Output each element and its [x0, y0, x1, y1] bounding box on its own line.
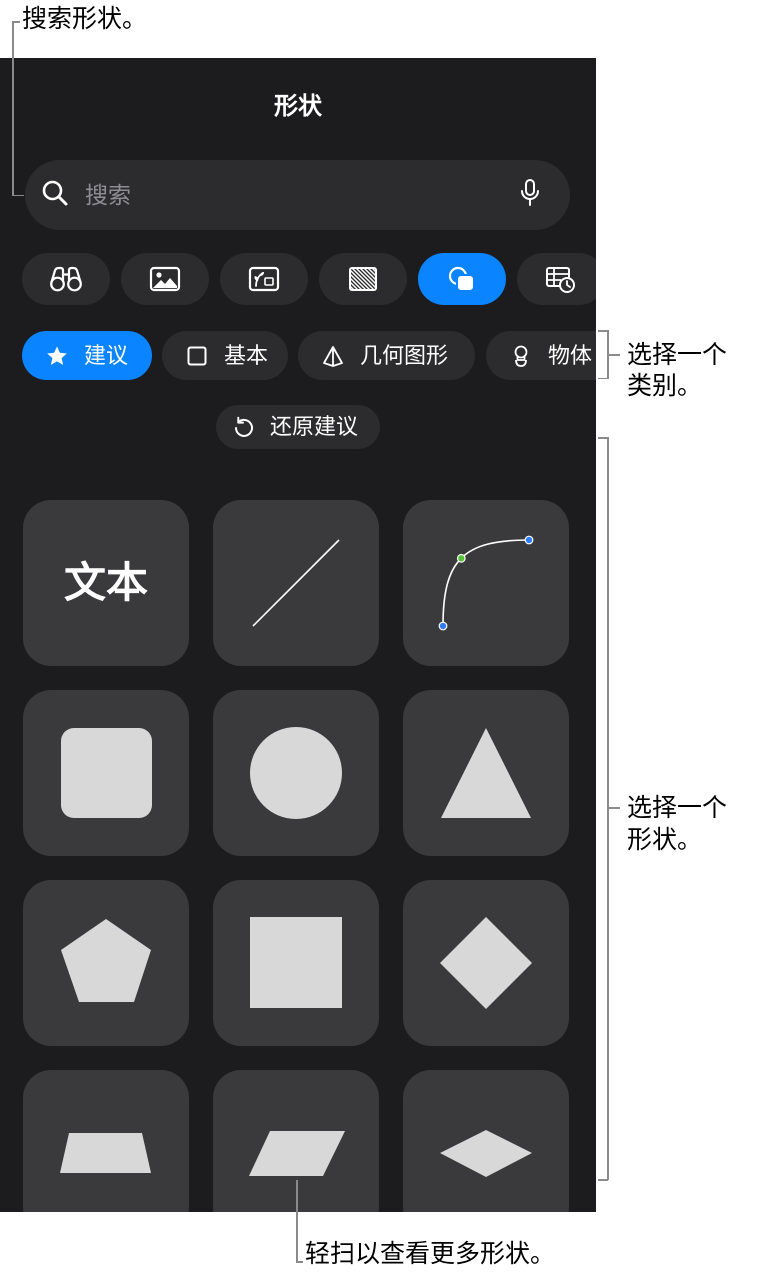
undo-icon — [235, 416, 253, 437]
callout-line — [598, 330, 608, 332]
shape-tile-line[interactable] — [213, 500, 379, 666]
shape-tile-trapezoid[interactable] — [23, 1070, 189, 1212]
reset-suggestions-button[interactable]: 还原建议 — [216, 405, 380, 449]
line-icon — [252, 539, 340, 627]
shape-tile-curve[interactable] — [403, 500, 569, 666]
tab-photos[interactable] — [121, 253, 209, 305]
shape-callout-text-line2: 形状。 — [627, 826, 703, 854]
callout-line — [607, 354, 620, 356]
shape-tile-text[interactable]: 文本 — [23, 500, 189, 666]
square-icon — [250, 917, 342, 1008]
category-callout-text-line2: 类别。 — [627, 372, 703, 400]
reset-suggestions-label: 还原建议 — [270, 414, 359, 439]
table-chart-icon — [546, 267, 575, 293]
callout-line — [598, 377, 608, 379]
search-icon — [42, 180, 68, 206]
category-label: 几何图形 — [360, 343, 449, 368]
category-callout-text-line1: 选择一个 — [627, 341, 728, 369]
shape-tile-parallelogram[interactable] — [213, 1070, 379, 1212]
category-label: 物体 — [548, 343, 593, 368]
text-box-icon: 文本 — [63, 559, 148, 606]
search-callout-text: 搜索形状。 — [22, 5, 148, 33]
shape-tile-flat-diamond[interactable] — [403, 1070, 569, 1212]
shapes-panel: 形状 搜索 建议 基本 几何图形 物体 还原建议 文本 — [0, 58, 596, 1212]
tab-shapes[interactable] — [418, 253, 506, 305]
parallelogram-icon — [249, 1131, 345, 1176]
callout-line — [598, 437, 608, 439]
shape-tile-circle[interactable] — [213, 690, 379, 856]
swipe-callout-text: 轻扫以查看更多形状。 — [305, 1240, 556, 1268]
tab-illustrations[interactable] — [220, 253, 308, 305]
illustration-icon — [248, 266, 280, 292]
category-label: 基本 — [224, 343, 269, 368]
shape-tile-pentagon[interactable] — [23, 880, 189, 1046]
category-basic[interactable]: 基本 — [162, 331, 288, 380]
triangle-icon — [441, 728, 531, 818]
callout-line — [598, 1179, 608, 1181]
callout-line — [296, 1261, 303, 1263]
star-icon — [47, 346, 67, 365]
shape-callout-text-line1: 选择一个 — [627, 794, 728, 822]
category-geometry[interactable]: 几何图形 — [298, 331, 475, 380]
panel-title: 形状 — [274, 93, 322, 120]
shape-tile-triangle[interactable] — [403, 690, 569, 856]
search-placeholder: 搜索 — [85, 182, 131, 208]
category-label: 建议 — [84, 343, 129, 368]
callout-line — [607, 807, 620, 809]
diamond-icon — [440, 917, 532, 1009]
photo-icon — [149, 266, 181, 292]
microphone-icon[interactable] — [520, 178, 540, 208]
flat-diamond-icon — [440, 1130, 532, 1177]
category-suggested[interactable]: 建议 — [22, 331, 152, 380]
square-outline-icon — [187, 346, 207, 365]
binoculars-icon — [50, 266, 82, 292]
category-objects[interactable]: 物体 — [486, 331, 596, 380]
search-field[interactable]: 搜索 — [25, 160, 570, 230]
shape-tile-diamond[interactable] — [403, 880, 569, 1046]
pentagon-icon — [61, 919, 151, 1002]
circle-icon — [250, 727, 342, 819]
rounded-square-icon — [61, 728, 152, 818]
curve-icon — [438, 535, 534, 631]
callout-line — [607, 437, 609, 1180]
tab-textures[interactable] — [319, 253, 407, 305]
tab-tables-charts[interactable] — [517, 253, 596, 305]
lightbulb-icon — [514, 345, 528, 367]
callout-line — [12, 21, 20, 23]
tab-find[interactable] — [22, 253, 110, 305]
texture-icon — [349, 267, 377, 291]
shape-tile-rounded-square[interactable] — [23, 690, 189, 856]
trapezoid-icon — [60, 1133, 151, 1173]
shapes-icon — [448, 266, 475, 292]
callout-line — [607, 330, 609, 379]
shape-tile-square[interactable] — [213, 880, 379, 1046]
pyramid-icon — [323, 345, 343, 367]
